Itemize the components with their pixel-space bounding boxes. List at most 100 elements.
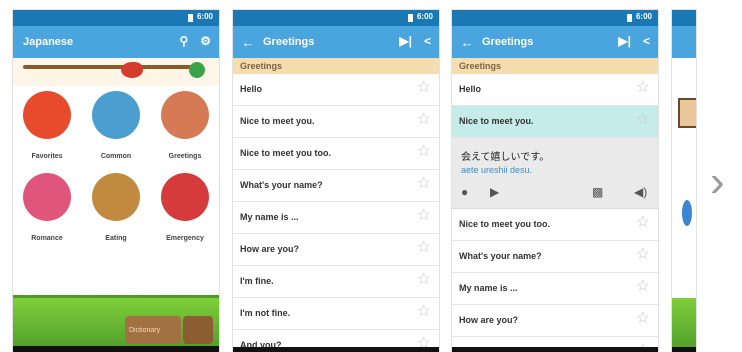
phrase-row[interactable]: Nice to meet you too. ☆ (233, 138, 439, 170)
navigation-bar (13, 346, 219, 352)
gear-icon[interactable]: ⚙ (200, 34, 211, 48)
back-arrow-icon[interactable]: ← (233, 35, 263, 50)
phrase-row[interactable]: What's your name? ☆ (452, 241, 658, 273)
star-icon[interactable]: ☆ (636, 278, 650, 296)
skip-next-icon[interactable]: ▶| (399, 34, 412, 48)
star-favorites-icon (23, 91, 71, 139)
phrase-row[interactable]: My name is ... ☆ (452, 273, 658, 305)
man-common-icon (92, 91, 140, 139)
header-illustration (13, 58, 219, 86)
app-bar: ← Greetings ▶| < (452, 26, 658, 58)
star-icon[interactable]: ☆ (417, 175, 431, 193)
phrase-text: Hello (240, 84, 263, 94)
phrase-text: What's your name? (240, 180, 323, 190)
navigation-bar (672, 347, 696, 352)
category-label: Common (100, 153, 132, 160)
phrase-text: I'm not fine. (240, 308, 291, 318)
phrase-text: My name is ... (459, 283, 518, 293)
leaf-illustration (189, 62, 205, 78)
category-label: Eating (105, 235, 127, 242)
phrase-row[interactable]: I'm fine. ☆ (233, 266, 439, 298)
phrase-row[interactable]: Hello ☆ (452, 74, 658, 106)
star-icon[interactable]: ☆ (636, 246, 650, 264)
phrase-text: Nice to meet you. (459, 116, 534, 126)
status-bar: 6:00 (233, 10, 439, 26)
chevron-right-icon[interactable]: › (710, 160, 725, 204)
category-romance[interactable]: Romance (13, 168, 81, 248)
star-icon[interactable]: ☆ (417, 271, 431, 289)
battery-icon (408, 14, 413, 22)
phrase-text: Nice to meet you too. (240, 148, 332, 158)
phrase-text: Hello (459, 84, 482, 94)
star-icon[interactable]: ☆ (417, 111, 431, 129)
phrase-list-bottom: Nice to meet you too. ☆ What's your name? ☆… (452, 209, 658, 352)
status-bar (672, 10, 696, 26)
app-bar: Japanese ⚲ ⚙ (13, 26, 219, 58)
navigation-bar (233, 347, 439, 352)
app-title: Japanese (23, 36, 74, 48)
phrase-text: My name is ... (240, 212, 299, 222)
battery-icon (627, 14, 632, 22)
stump-illustration (183, 316, 213, 344)
phrase-row[interactable]: I'm not fine. ☆ (233, 298, 439, 330)
couple-romance-icon (23, 173, 71, 221)
phrase-list-top: Hello ☆ (452, 74, 658, 106)
star-icon[interactable]: ☆ (417, 207, 431, 225)
slow-turtle-icon[interactable]: ▩ (592, 185, 603, 199)
battery-icon (188, 14, 193, 22)
star-icon[interactable]: ☆ (636, 79, 650, 97)
screen-greetings-list: 6:00 ← Greetings ▶| < Greetings Hello ☆ Ni… (233, 10, 439, 352)
branch-illustration (23, 65, 203, 69)
category-common[interactable]: Common (82, 86, 150, 166)
phrase-row[interactable]: What's your name? ☆ (233, 170, 439, 202)
play-icon[interactable]: ▶ (490, 185, 499, 199)
star-icon[interactable]: ☆ (417, 143, 431, 161)
share-icon[interactable]: < (643, 34, 650, 48)
bird-illustration (682, 200, 692, 226)
star-icon[interactable]: ☆ (636, 310, 650, 328)
logo-text: Dictionary (129, 327, 161, 334)
phrase-text: Nice to meet you too. (459, 219, 551, 229)
category-eating[interactable]: Eating (82, 168, 150, 248)
bird-illustration (121, 62, 143, 78)
star-icon[interactable]: ☆ (636, 214, 650, 232)
phrase-text: Nice to meet you. (240, 116, 315, 126)
phrase-list: Hello ☆ Nice to meet you. ☆ Nice to meet you… (233, 74, 439, 352)
star-icon[interactable]: ☆ (636, 111, 650, 129)
first-aid-emergency-icon (161, 173, 209, 221)
page-title: Greetings (263, 36, 315, 48)
microphone-icon[interactable]: ● (461, 185, 468, 199)
star-icon[interactable]: ☆ (417, 239, 431, 257)
category-greetings[interactable]: Greetings (151, 86, 219, 166)
category-label: Romance (31, 235, 63, 242)
skip-next-icon[interactable]: ▶| (618, 34, 631, 48)
category-emergency[interactable]: Emergency (151, 168, 219, 248)
search-icon[interactable]: ⚲ (179, 34, 188, 48)
romaji-text: aete ureshii desu. (461, 165, 533, 175)
phrase-text: I'm fine. (240, 276, 274, 286)
grass-illustration (672, 298, 696, 352)
phrase-row[interactable]: Nice to meet you. ☆ (233, 106, 439, 138)
phrase-row[interactable]: My name is ... ☆ (233, 202, 439, 234)
star-icon[interactable]: ☆ (417, 303, 431, 321)
phrase-row[interactable]: Nice to meet you too. ☆ (452, 209, 658, 241)
category-label: Greetings (168, 153, 202, 160)
section-header: Greetings (233, 58, 439, 74)
frame-illustration (678, 98, 696, 128)
phrase-row[interactable]: Hello ☆ (233, 74, 439, 106)
back-arrow-icon[interactable]: ← (452, 35, 482, 50)
phrase-row[interactable]: How are you? ☆ (233, 234, 439, 266)
status-time: 6:00 (416, 12, 433, 21)
phrase-row-selected[interactable]: Nice to meet you. ☆ (452, 106, 658, 138)
navigation-bar (452, 347, 658, 352)
category-favorites[interactable]: Favorites (13, 86, 81, 166)
screen-greetings-expanded: 6:00 ← Greetings ▶| < Greetings Hello ☆ N… (452, 10, 658, 352)
share-icon[interactable]: < (424, 34, 431, 48)
star-icon[interactable]: ☆ (417, 79, 431, 97)
translation-panel: 会えて嬉しいです。 aete ureshii desu. ● ▶ ▩ ◀) (452, 138, 658, 209)
app-bar: ← Greetings ▶| < (233, 26, 439, 58)
phrase-row[interactable]: How are you? ☆ (452, 305, 658, 337)
japanese-text: 会えて嬉しいです。 (461, 152, 550, 163)
volume-icon[interactable]: ◀) (634, 185, 647, 199)
status-bar: 6:00 (13, 10, 219, 26)
